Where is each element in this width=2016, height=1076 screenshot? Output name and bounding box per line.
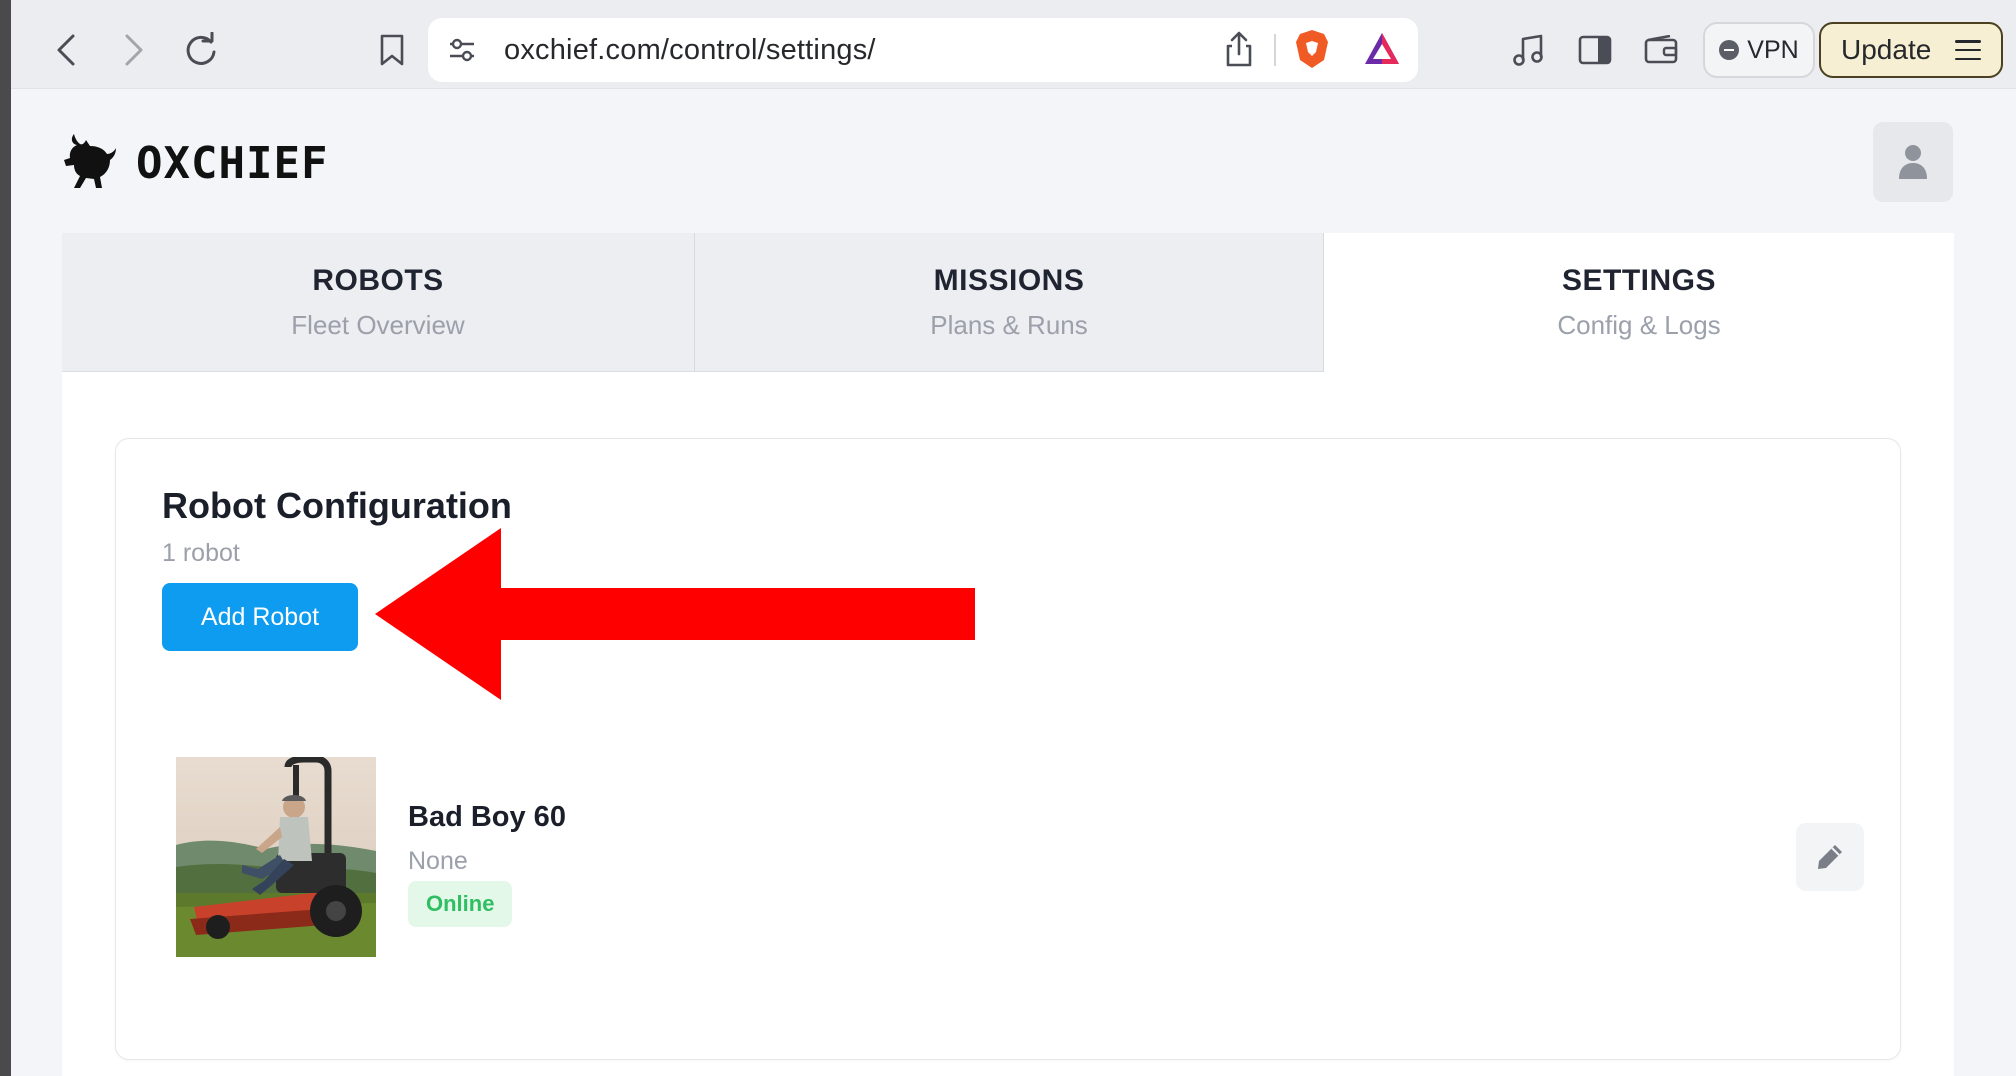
address-bar[interactable]: oxchief.com/control/settings/ — [428, 18, 1418, 82]
robot-list-item[interactable]: Bad Boy 60 None Online — [176, 757, 1864, 957]
add-robot-button[interactable]: Add Robot — [162, 583, 358, 651]
user-menu-button[interactable] — [1873, 122, 1953, 202]
tab-subtitle: Plans & Runs — [930, 309, 1088, 340]
reload-icon[interactable] — [173, 22, 229, 78]
tab-title: ROBOTS — [312, 263, 444, 297]
vpn-status-icon — [1719, 40, 1740, 60]
menu-icon — [1955, 40, 1982, 60]
main-tabs: ROBOTS Fleet Overview MISSIONS Plans & R… — [62, 233, 1954, 372]
url-text[interactable]: oxchief.com/control/settings/ — [504, 34, 876, 67]
music-icon[interactable] — [1500, 22, 1556, 78]
pencil-icon — [1818, 845, 1842, 869]
tab-missions[interactable]: MISSIONS Plans & Runs — [694, 233, 1323, 372]
robot-photo — [176, 757, 376, 957]
site-settings-icon[interactable] — [446, 34, 478, 71]
forward-icon[interactable] — [105, 22, 161, 78]
brand-name: OXCHIEF — [136, 138, 329, 189]
robot-subtitle: None — [408, 847, 468, 875]
edit-robot-button[interactable] — [1796, 823, 1864, 891]
browser-toolbar: oxchief.com/control/settings/ VPN Update — [11, 0, 2016, 89]
robot-count: 1 robot — [162, 539, 240, 567]
brave-rewards-icon[interactable] — [1363, 30, 1401, 73]
update-label: Update — [1841, 34, 1932, 65]
bookmark-icon[interactable] — [364, 22, 420, 78]
back-icon[interactable] — [39, 22, 95, 78]
robot-name: Bad Boy 60 — [408, 801, 566, 833]
tab-subtitle: Fleet Overview — [291, 309, 465, 340]
vpn-button[interactable]: VPN — [1703, 22, 1815, 78]
wallet-icon[interactable] — [1633, 22, 1689, 78]
tab-title: SETTINGS — [1561, 264, 1716, 297]
tab-subtitle: Config & Logs — [1557, 310, 1721, 340]
address-divider — [1274, 34, 1276, 66]
sidebar-icon[interactable] — [1567, 22, 1623, 78]
brave-shields-icon[interactable] — [1294, 28, 1330, 75]
status-badge: Online — [408, 881, 513, 927]
vpn-label: VPN — [1747, 35, 1799, 64]
section-title: Robot Configuration — [162, 485, 512, 526]
ox-logo-icon — [60, 130, 118, 197]
user-icon — [1899, 145, 1927, 179]
tab-settings[interactable]: SETTINGS Config & Logs — [1323, 233, 1954, 372]
tab-title: MISSIONS — [933, 263, 1085, 297]
browser-window: oxchief.com/control/settings/ VPN Update… — [11, 0, 2016, 1076]
tab-robots[interactable]: ROBOTS Fleet Overview — [62, 233, 694, 372]
annotation-arrow-icon — [375, 528, 975, 700]
brand-logo[interactable]: OXCHIEF — [60, 130, 328, 197]
update-menu-button[interactable]: Update — [1819, 22, 2003, 78]
share-icon[interactable] — [1223, 30, 1255, 73]
